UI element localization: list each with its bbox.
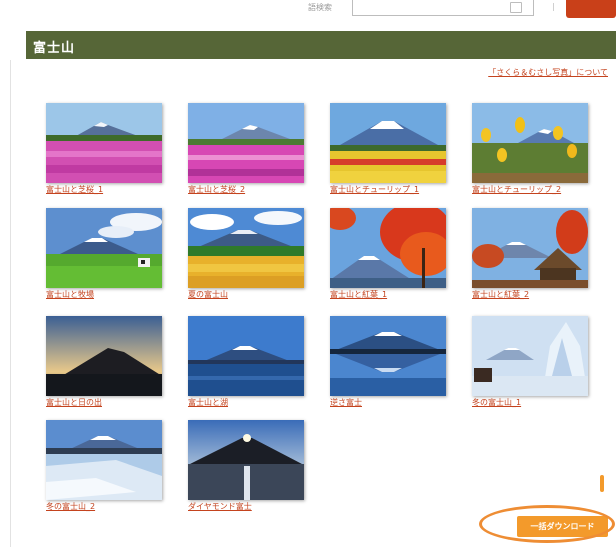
fuji-lake-photo[interactable] (188, 316, 304, 396)
photo-item: 富士山とチューリップ_2 (472, 103, 592, 195)
about-link[interactable]: 「さくら＆むさし写真」について (488, 67, 608, 78)
title-bar: 富士山 (26, 31, 616, 59)
fuji-shibazakura-photo[interactable] (46, 103, 162, 183)
top-bar: 語検索 | (0, 0, 616, 22)
photo-caption[interactable]: 富士山とチューリップ_2 (472, 184, 592, 195)
fuji-winter-photo[interactable] (46, 420, 162, 500)
photo-item: 富士山と湖 (188, 316, 308, 408)
photo-item: 富士山と紅葉_1 (330, 208, 450, 300)
photo-caption[interactable]: 冬の富士山_2 (46, 501, 166, 512)
fuji-autumn-leaves-photo[interactable] (472, 208, 588, 288)
fuji-autumn-leaves-photo[interactable] (330, 208, 446, 288)
photo-item: 逆さ富士 (330, 316, 450, 408)
photo-caption[interactable]: 富士山と牧場 (46, 289, 166, 300)
photo-caption[interactable]: 富士山とチューリップ_1 (330, 184, 450, 195)
bulk-download-button[interactable]: 一括ダウンロード (517, 516, 608, 537)
photo-item: 富士山とチューリップ_1 (330, 103, 450, 195)
photo-item: 冬の富士山_2 (46, 420, 166, 512)
photo-item: 富士山と芝桜_2 (188, 103, 308, 195)
scroll-indicator[interactable] (600, 475, 604, 492)
fuji-winter-photo[interactable] (472, 316, 588, 396)
search-button[interactable] (566, 0, 616, 18)
page-title: 富士山 (33, 41, 76, 56)
photo-caption[interactable]: 富士山と紅葉_2 (472, 289, 592, 300)
fuji-shibazakura-photo[interactable] (188, 103, 304, 183)
photo-item: ダイヤモンド富士 (188, 420, 308, 512)
search-icon[interactable] (510, 2, 522, 13)
photo-caption[interactable]: 逆さ富士 (330, 397, 450, 408)
search-field[interactable] (352, 0, 534, 20)
photo-caption[interactable]: 富士山と芝桜_2 (188, 184, 308, 195)
photo-caption[interactable]: 富士山と日の出 (46, 397, 166, 408)
diamond-fuji-photo[interactable] (188, 420, 304, 500)
photo-item: 夏の富士山 (188, 208, 308, 300)
left-divider (10, 60, 11, 547)
photo-item: 富士山と日の出 (46, 316, 166, 408)
photo-caption[interactable]: ダイヤモンド富士 (188, 501, 308, 512)
photo-caption[interactable]: 夏の富士山 (188, 289, 308, 300)
photo-caption[interactable]: 富士山と紅葉_1 (330, 289, 450, 300)
photo-item: 冬の富士山_1 (472, 316, 592, 408)
photo-caption[interactable]: 富士山と湖 (188, 397, 308, 408)
separator: | (552, 2, 555, 11)
search-label: 語検索 (308, 3, 332, 12)
photo-item: 富士山と芝桜_1 (46, 103, 166, 195)
fuji-tulip-photo[interactable] (472, 103, 588, 183)
fuji-pasture-photo[interactable] (46, 208, 162, 288)
fuji-sunrise-photo[interactable] (46, 316, 162, 396)
photo-item: 富士山と牧場 (46, 208, 166, 300)
photo-caption[interactable]: 冬の富士山_1 (472, 397, 592, 408)
fuji-tulip-photo[interactable] (330, 103, 446, 183)
search-input[interactable] (353, 5, 533, 20)
photo-item: 富士山と紅葉_2 (472, 208, 592, 300)
photo-caption[interactable]: 富士山と芝桜_1 (46, 184, 166, 195)
fuji-summer-photo[interactable] (188, 208, 304, 288)
fuji-reflection-photo[interactable] (330, 316, 446, 396)
